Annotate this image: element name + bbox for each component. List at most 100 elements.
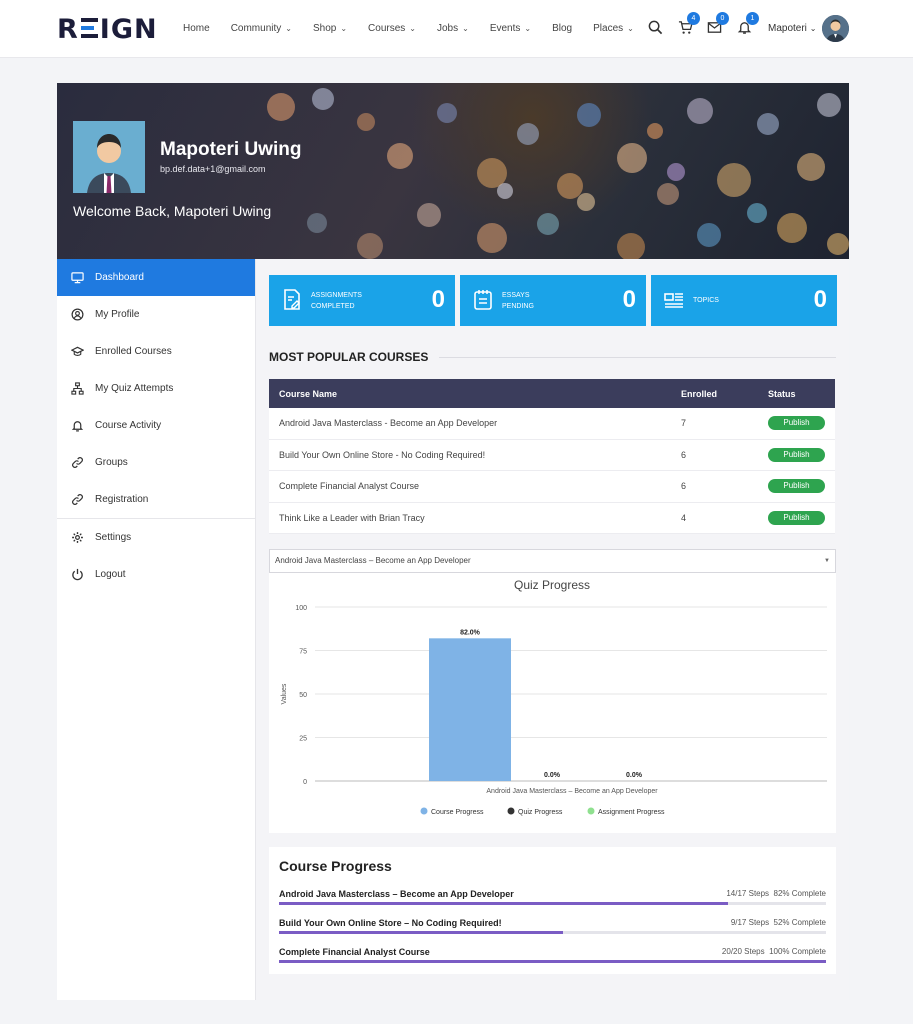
main-menu: Home Community ⌄ Shop ⌄ Courses ⌄ Jobs ⌄ Events ⌄ B… bbox=[183, 23, 655, 34]
bokeh-light bbox=[747, 203, 767, 223]
notifications-bell-icon[interactable]: 1 bbox=[737, 12, 759, 36]
popular-courses-title: MOST POPULAR COURSES bbox=[269, 350, 429, 364]
user-circle-icon bbox=[71, 308, 84, 321]
table-row: Build Your Own Online Store - No Coding … bbox=[269, 440, 835, 471]
sidebar-item-my-profile[interactable]: My Profile bbox=[57, 296, 255, 333]
status-badge: Publish bbox=[768, 447, 825, 462]
bokeh-light bbox=[647, 123, 663, 139]
cart-icon[interactable]: 4 bbox=[678, 12, 700, 36]
enrolled-cell: 7 bbox=[681, 418, 687, 429]
dropdown-arrow-icon: ▼ bbox=[824, 558, 830, 564]
popular-courses-table: Course Name Enrolled Status Android Java… bbox=[269, 379, 835, 534]
section-divider bbox=[439, 357, 836, 358]
course-progress-name[interactable]: Complete Financial Analyst Course bbox=[279, 947, 430, 957]
course-name-cell[interactable]: Android Java Masterclass - Become an App… bbox=[279, 418, 497, 428]
bar-data-label: 0.0% bbox=[626, 772, 643, 779]
course-name-cell[interactable]: Think Like a Leader with Brian Tracy bbox=[279, 513, 425, 523]
status-cell: Publish bbox=[768, 447, 825, 462]
sidebar-item-enrolled-courses[interactable]: Enrolled Courses bbox=[57, 333, 255, 370]
course-progress-name[interactable]: Build Your Own Online Store – No Coding … bbox=[279, 918, 502, 928]
nav-item-jobs[interactable]: Jobs ⌄ bbox=[437, 23, 469, 34]
messages-icon[interactable]: 0 bbox=[707, 12, 729, 36]
bokeh-light bbox=[357, 233, 383, 259]
messages-count-badge: 0 bbox=[716, 12, 729, 25]
search-icon[interactable] bbox=[648, 20, 664, 36]
percent-complete: 100% Complete bbox=[769, 947, 826, 956]
nav-item-community[interactable]: Community ⌄ bbox=[231, 23, 292, 34]
graduation-cap-icon bbox=[71, 346, 84, 357]
bokeh-light bbox=[417, 203, 441, 227]
gear-icon bbox=[72, 532, 83, 543]
sidebar-item-course-activity[interactable]: Course Activity bbox=[57, 407, 255, 444]
y-axis-label: Values bbox=[281, 683, 288, 704]
course-progress-name[interactable]: Android Java Masterclass – Become an App… bbox=[279, 889, 514, 899]
bar-data-label: 0.0% bbox=[544, 772, 561, 779]
nav-item-courses[interactable]: Courses ⌄ bbox=[368, 23, 416, 34]
course-progress-item: Complete Financial Analyst Course 20/20 S… bbox=[279, 947, 826, 969]
assignment-icon bbox=[284, 289, 300, 310]
stat-label-line2: Pending bbox=[502, 303, 534, 310]
percent-complete: 82% Complete bbox=[773, 889, 826, 898]
sidebar-item-settings[interactable]: Settings bbox=[57, 519, 255, 556]
sidebar-item-label: Settings bbox=[95, 532, 132, 543]
sidebar-item-groups[interactable]: Groups bbox=[57, 444, 255, 481]
bokeh-light bbox=[617, 233, 645, 259]
legend-label[interactable]: Course Progress bbox=[431, 809, 484, 816]
bokeh-light bbox=[267, 93, 295, 121]
bokeh-light bbox=[537, 213, 559, 235]
bokeh-light bbox=[687, 98, 713, 124]
sitemap-icon bbox=[71, 382, 84, 395]
enrolled-cell: 6 bbox=[681, 481, 687, 492]
nav-item-places[interactable]: Places ⌄ bbox=[593, 23, 634, 34]
chevron-down-icon: ⌄ bbox=[409, 24, 416, 33]
steps-count: 9/17 Steps bbox=[730, 918, 770, 927]
legend-label[interactable]: Quiz Progress bbox=[518, 809, 563, 816]
chevron-down-icon: ⌄ bbox=[285, 24, 292, 33]
progress-track bbox=[279, 960, 826, 963]
user-menu-toggle[interactable]: Mapoteri ⌄ bbox=[768, 23, 816, 34]
bokeh-light bbox=[697, 223, 721, 247]
legend-label[interactable]: Assignment Progress bbox=[598, 809, 665, 816]
user-avatar[interactable] bbox=[822, 15, 849, 42]
bokeh-light bbox=[307, 213, 327, 233]
progress-track bbox=[279, 902, 826, 905]
stat-card-essays: Essays Pending 0 bbox=[460, 275, 646, 326]
y-tick-label: 25 bbox=[299, 736, 307, 743]
course-progress-meta: 20/20 Steps 100% Complete bbox=[722, 947, 826, 956]
course-name-cell[interactable]: Build Your Own Online Store - No Coding … bbox=[279, 450, 485, 460]
enrolled-cell: 4 bbox=[681, 512, 687, 523]
sidebar-item-my-quiz-attempts[interactable]: My Quiz Attempts bbox=[57, 370, 255, 407]
legend-marker bbox=[420, 807, 428, 815]
bokeh-light bbox=[577, 193, 595, 211]
progress-fill bbox=[279, 902, 728, 905]
sidebar-item-dashboard[interactable]: Dashboard bbox=[57, 259, 255, 296]
chevron-down-icon: ⌄ bbox=[809, 24, 817, 33]
profile-email: bp.def.data+1@gmail.com bbox=[160, 164, 266, 174]
legend-marker bbox=[507, 807, 515, 815]
nav-item-shop[interactable]: Shop ⌄ bbox=[313, 23, 347, 34]
sidebar-item-registration[interactable]: Registration bbox=[57, 481, 255, 518]
stat-value: 0 bbox=[813, 286, 827, 313]
course-select[interactable]: Android Java Masterclass – Become an App… bbox=[269, 549, 836, 573]
link-icon bbox=[72, 494, 83, 505]
course-name-cell[interactable]: Complete Financial Analyst Course bbox=[279, 481, 419, 491]
stat-card-assignments: Assignments Completed 0 bbox=[269, 275, 455, 326]
y-tick-label: 0 bbox=[303, 779, 307, 786]
nav-item-blog[interactable]: Blog bbox=[552, 23, 572, 34]
chevron-down-icon: ⌄ bbox=[462, 24, 469, 33]
course-progress-panel: Course Progress Android Java Masterclass… bbox=[269, 847, 836, 974]
x-category-label: Android Java Masterclass – Become an App… bbox=[486, 788, 658, 795]
y-tick-label: 50 bbox=[299, 692, 307, 699]
nav-item-events[interactable]: Events ⌄ bbox=[490, 23, 531, 34]
sidebar-item-logout[interactable]: Logout bbox=[57, 556, 255, 593]
course-select-value: Android Java Masterclass – Become an App… bbox=[275, 556, 471, 565]
nav-item-label: Events bbox=[489, 23, 521, 34]
stat-label: Topics bbox=[693, 295, 719, 306]
nav-item-home[interactable]: Home bbox=[183, 23, 210, 34]
dashboard-content: Assignments Completed 0 Essays Pending 0 Topic… bbox=[256, 259, 849, 1000]
welcome-message: Welcome Back, Mapoteri Uwing bbox=[73, 203, 272, 219]
course-progress-meta: 9/17 Steps 52% Complete bbox=[731, 918, 826, 927]
stat-label-line1: Essays bbox=[502, 292, 530, 299]
reign-logo[interactable]: R IGN bbox=[57, 14, 158, 45]
bokeh-light bbox=[387, 143, 413, 169]
